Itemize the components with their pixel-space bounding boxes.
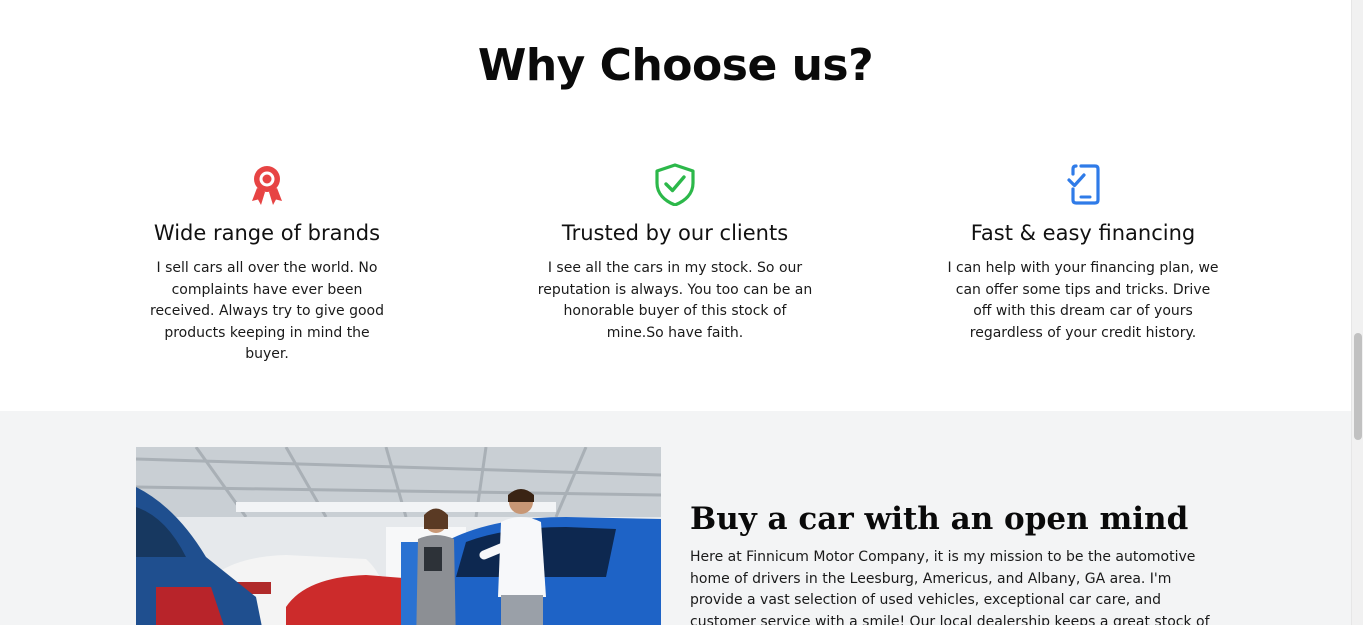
feature-trusted: Trusted by our clients I see all the car… xyxy=(525,162,825,344)
feature-text: I can help with your financing plan, we … xyxy=(947,260,1219,341)
dealership-photo xyxy=(136,447,661,625)
feature-wide-range: Wide range of brands I sell cars all ove… xyxy=(117,162,417,366)
section-title: Why Choose us? xyxy=(477,40,874,91)
feature-text: I see all the cars in my stock. So our r… xyxy=(537,260,813,341)
phone-check-icon xyxy=(1061,162,1105,206)
buy-description: Here at Finnicum Motor Company, it is my… xyxy=(690,549,1210,625)
feature-title: Fast & easy financing xyxy=(970,221,1196,245)
why-choose-us-section: Why Choose us? Wide range of brands I se… xyxy=(0,0,1351,411)
feature-financing: Fast & easy financing I can help with yo… xyxy=(933,162,1233,344)
feature-title: Trusted by our clients xyxy=(561,221,789,245)
shield-check-icon xyxy=(653,162,697,206)
feature-title: Wide range of brands xyxy=(153,221,381,245)
page: Why Choose us? Wide range of brands I se… xyxy=(0,0,1351,625)
buy-title: Buy a car with an open mind xyxy=(690,501,1189,537)
buy-car-section: Buy a car with an open mind Here at Finn… xyxy=(0,411,1351,625)
feature-text: I sell cars all over the world. No compl… xyxy=(150,260,384,363)
page-scrollbar[interactable] xyxy=(1351,0,1363,625)
scrollbar-thumb[interactable] xyxy=(1354,333,1362,440)
award-ribbon-icon xyxy=(245,162,289,206)
